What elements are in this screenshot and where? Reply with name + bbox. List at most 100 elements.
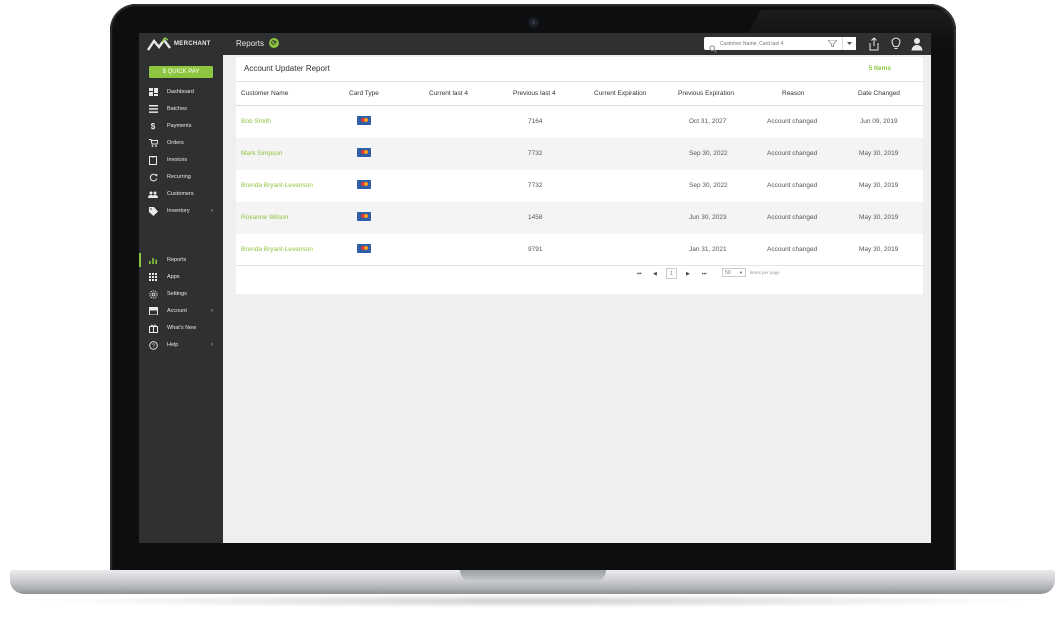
breadcrumb: Reports ⟳ <box>236 38 280 48</box>
column-header-card-type[interactable]: Card Type <box>349 90 379 97</box>
column-header-previous-expiration[interactable]: Previous Expiration <box>678 90 734 97</box>
laptop-shadow <box>30 594 1035 608</box>
camera-icon <box>529 18 538 27</box>
next-page-icon[interactable]: ▶ <box>686 271 690 277</box>
column-header-reason[interactable]: Reason <box>782 90 804 97</box>
gift-icon <box>147 323 159 333</box>
invoice-icon <box>147 155 159 165</box>
customer-name-link[interactable]: Brenda Bryant-Levenson <box>241 246 313 253</box>
column-header-customer-name[interactable]: Customer Name <box>241 90 288 97</box>
sidebar-item-inventory[interactable]: Inventory ‹ <box>139 204 223 218</box>
date-changed: May 30, 2019 <box>859 246 899 253</box>
sidebar-item-label: Dashboard <box>167 89 194 95</box>
page-title: Reports <box>236 38 265 48</box>
customer-name-link[interactable]: Roxanne Wilson <box>241 214 288 221</box>
table-row[interactable]: Mark Simpson 7732 Sep 30, 2022 Account c… <box>236 138 923 170</box>
sidebar-item-payments[interactable]: $ Payments <box>139 119 223 133</box>
report-panel: Account Updater Report 5 Items Customer … <box>236 57 923 294</box>
page-size-select[interactable]: 50 ▼ <box>722 268 746 277</box>
sidebar-item-label: Orders <box>167 140 184 146</box>
help-icon: ? <box>147 340 159 350</box>
mastercard-icon <box>357 116 371 125</box>
mastercard-icon <box>357 148 371 157</box>
share-icon[interactable] <box>866 36 882 52</box>
quick-pay-button[interactable]: $ QUICK PAY <box>149 66 213 78</box>
column-header-current-expiration[interactable]: Current Expiration <box>594 90 646 97</box>
sidebar-item-dashboard[interactable]: Dashboard <box>139 85 223 99</box>
customer-name-link[interactable]: Mark Simpson <box>241 150 283 157</box>
dashboard-icon <box>147 87 159 97</box>
sidebar-item-apps[interactable]: Apps <box>139 270 223 284</box>
dollar-icon: $ <box>150 121 156 131</box>
sidebar-item-recurring[interactable]: Recurring <box>139 170 223 184</box>
table-row[interactable]: Roxanne Wilson 1458 Jun 30, 2023 Account… <box>236 202 923 234</box>
brand-logo[interactable]: MERCHANT <box>147 36 211 51</box>
sidebar-item-label: Recurring <box>167 174 191 180</box>
sidebar-item-label: Invoices <box>167 157 188 163</box>
sidebar-item-batches[interactable]: Batches <box>139 102 223 116</box>
item-count-badge: 5 Items <box>868 65 891 72</box>
user-icon[interactable] <box>909 36 925 52</box>
first-page-icon[interactable]: ⏮ <box>637 271 642 277</box>
sidebar-item-invoices[interactable]: Invoices <box>139 153 223 167</box>
previous-expiration: Jan 31, 2021 <box>689 246 727 253</box>
column-header-previous-last4[interactable]: Previous last 4 <box>513 90 556 97</box>
search-input[interactable] <box>717 38 824 49</box>
sidebar-item-customers[interactable]: Customers <box>139 187 223 201</box>
table-row[interactable]: Brenda Bryant-Levenson 7732 Sep 30, 2022… <box>236 170 923 202</box>
previous-last4: 9791 <box>528 246 543 253</box>
sidebar-item-help[interactable]: ? Help ‹ <box>139 338 223 352</box>
previous-expiration: Sep 30, 2022 <box>689 150 728 157</box>
apps-icon <box>147 272 159 282</box>
sidebar-item-label: Help <box>167 342 179 348</box>
sidebar-item-settings[interactable]: Settings <box>139 287 223 301</box>
sidebar-item-whats-new[interactable]: What's New <box>139 321 223 335</box>
chevron-down-icon: ▼ <box>739 270 743 275</box>
refresh-icon[interactable]: ⟳ <box>269 38 280 48</box>
top-bar: MERCHANT Reports ⟳ <box>139 33 931 55</box>
chevron-left-icon: ‹ <box>211 308 213 314</box>
table-row[interactable]: Brenda Bryant-Levenson 9791 Jan 31, 2021… <box>236 234 923 266</box>
sidebar-item-label: Reports <box>167 257 187 263</box>
previous-last4: 1458 <box>528 214 543 221</box>
filter-icon[interactable] <box>824 39 840 49</box>
chevron-left-icon: ‹ <box>211 208 213 214</box>
reason: Account changed <box>767 150 818 157</box>
customer-name-link[interactable]: Bob Smith <box>241 118 271 125</box>
date-changed: May 30, 2019 <box>859 150 899 157</box>
sidebar-item-reports[interactable]: Reports <box>139 253 225 267</box>
search-box <box>704 37 856 53</box>
customer-name-link[interactable]: Brenda Bryant-Levenson <box>241 182 313 189</box>
sidebar-item-label: What's New <box>167 325 197 331</box>
sidebar-item-label: Account <box>167 308 187 314</box>
brand-name: MERCHANT <box>174 41 211 47</box>
reason: Account changed <box>767 182 818 189</box>
previous-last4: 7732 <box>528 150 543 157</box>
previous-page-icon[interactable]: ◀ <box>653 271 657 277</box>
previous-expiration: Oct 31, 2027 <box>689 118 727 125</box>
app-screen: MERCHANT Reports ⟳ $ QUICK P <box>139 33 931 543</box>
mastercard-icon <box>357 244 371 253</box>
page-size-value: 50 <box>725 269 731 276</box>
lightbulb-icon[interactable] <box>888 36 904 52</box>
mastercard-icon <box>357 212 371 221</box>
recurring-icon <box>147 172 159 182</box>
current-page[interactable]: 1 <box>666 268 677 279</box>
previous-last4: 7164 <box>528 118 543 125</box>
search-dropdown-button[interactable] <box>842 37 856 50</box>
pagination: ⏮ ◀ 1 ▶ ⏭ 50 ▼ items per page <box>236 265 923 286</box>
sidebar-item-orders[interactable]: Orders <box>139 136 223 150</box>
sidebar-item-account[interactable]: Account ‹ <box>139 304 223 318</box>
store-icon <box>147 306 159 316</box>
sidebar-item-label: Inventory <box>167 208 190 214</box>
date-changed: Jun 09, 2019 <box>860 118 898 125</box>
cart-icon <box>147 138 159 148</box>
report-header: Account Updater Report 5 Items <box>236 57 923 82</box>
table-row[interactable]: Bob Smith 7164 Oct 31, 2027 Account chan… <box>236 106 923 138</box>
column-header-current-last4[interactable]: Current last 4 <box>429 90 468 97</box>
svg-text:?: ? <box>151 343 154 349</box>
last-page-icon[interactable]: ⏭ <box>702 271 707 277</box>
mastercard-icon <box>357 180 371 189</box>
column-header-date-changed[interactable]: Date Changed <box>858 90 900 97</box>
search-icon[interactable] <box>709 40 717 53</box>
